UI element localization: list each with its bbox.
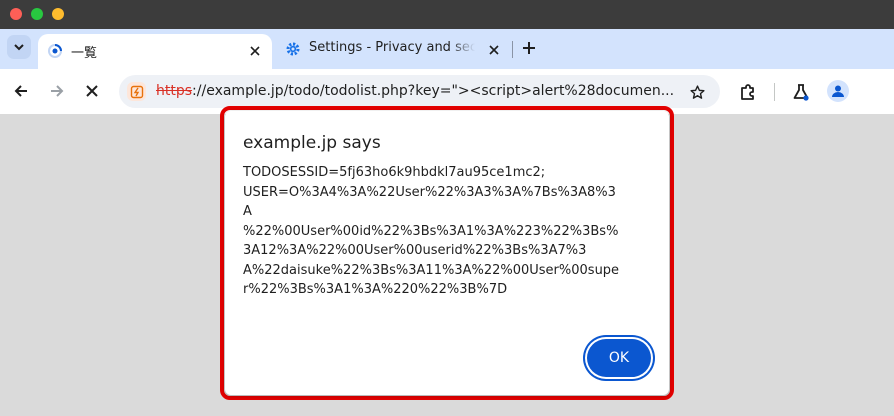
puzzle-icon (741, 84, 754, 100)
star-icon (689, 84, 705, 99)
tab-settings[interactable]: Settings - Privacy and security (276, 34, 508, 64)
url-text[interactable]: https://example.jp/todo/todolist.php?key… (156, 83, 683, 99)
window-titlebar (0, 0, 894, 29)
dialog-message: TODOSESSID=5fj63ho6k9hbdkl7au95ce1mc2; U… (243, 165, 620, 297)
tab-todolist[interactable]: 一覧 (38, 34, 272, 69)
settings-gear-icon (286, 42, 300, 56)
labs-button[interactable] (790, 81, 812, 103)
tab-divider (512, 41, 513, 58)
close-tab-button[interactable] (247, 43, 263, 59)
person-icon (832, 85, 844, 97)
plus-icon (523, 42, 535, 54)
url-scheme: https (156, 83, 193, 99)
close-tab-button[interactable] (486, 42, 502, 58)
not-secure-chip[interactable] (127, 82, 146, 101)
forward-button[interactable] (47, 81, 67, 101)
new-tab-button[interactable] (519, 38, 539, 58)
flask-icon (793, 84, 809, 101)
address-bar[interactable]: https://example.jp/todo/todolist.php?key… (119, 75, 720, 108)
extensions-button[interactable] (737, 81, 759, 103)
ok-button[interactable]: OK (585, 337, 653, 379)
arrow-left-icon (14, 85, 27, 97)
not-secure-icon (130, 85, 143, 98)
tab-search-button[interactable] (7, 35, 31, 59)
chevron-down-icon (14, 44, 24, 51)
profile-avatar[interactable] (827, 80, 849, 102)
tab-strip: 一覧 Settings - Privacy and security (0, 29, 894, 69)
dialog-title: example.jp says (243, 133, 381, 153)
loading-favicon-icon (48, 44, 62, 58)
arrow-right-icon (51, 85, 64, 97)
back-button[interactable] (11, 81, 31, 101)
close-icon (489, 45, 499, 55)
tab-title: 一覧 (71, 46, 98, 61)
stop-loading-button[interactable] (82, 81, 102, 101)
close-icon (86, 85, 98, 97)
alert-dialog: example.jp says TODOSESSID=5fj63ho6k9hbd… (225, 111, 669, 395)
close-icon (250, 46, 260, 56)
bookmark-button[interactable] (687, 82, 707, 102)
close-window-button[interactable] (10, 8, 22, 20)
maximize-window-button[interactable] (52, 8, 64, 20)
toolbar-divider (774, 83, 775, 101)
minimize-window-button[interactable] (31, 8, 43, 20)
tab-title: Settings - Privacy and security (309, 40, 475, 55)
url-rest: ://example.jp/todo/todolist.php?key="><s… (192, 83, 675, 99)
